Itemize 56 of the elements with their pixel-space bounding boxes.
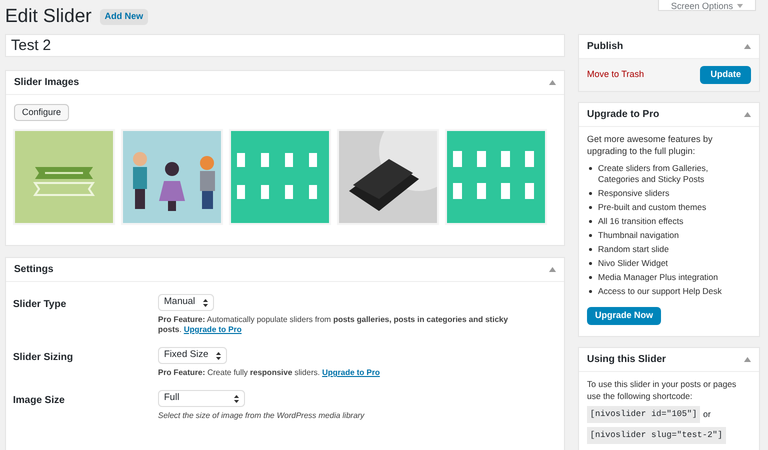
page-title: Edit Slider — [5, 4, 92, 29]
upgrade-link[interactable]: Upgrade to Pro — [322, 368, 380, 377]
field-description: Pro Feature: Automatically populate sliders from posts galleries, posts in categories and sticky posts. Upgrade to Pro — [158, 315, 509, 335]
panel-title: Using this Slider — [587, 353, 666, 368]
field-description: Pro Feature: Create fully responsive sliders. Upgrade to Pro — [158, 368, 381, 378]
collapse-icon[interactable] — [549, 267, 556, 272]
or-text: or — [703, 408, 711, 421]
upgrade-link[interactable]: Upgrade to Pro — [184, 325, 242, 334]
field-label: Image Size — [13, 394, 66, 408]
panel-title: Settings — [14, 263, 54, 277]
select-field[interactable]: Fixed Size — [158, 347, 228, 364]
update-button[interactable]: Update — [700, 66, 751, 84]
select-field[interactable]: Manual — [158, 294, 214, 311]
panel-title: Publish — [587, 40, 624, 54]
bullet-icon — [589, 220, 592, 223]
feature-item: Responsive sliders — [598, 188, 670, 199]
select-arrows-icon — [216, 352, 222, 360]
feature-item: Access to our support Help Desk — [598, 286, 722, 297]
field-label: Slider Type — [13, 298, 68, 312]
title-field[interactable]: Test 2 — [5, 34, 565, 57]
collapse-icon[interactable] — [744, 44, 751, 49]
shortcode: [nivoslider id="105"] — [587, 406, 700, 423]
feature-item: All 16 transition effects — [598, 216, 684, 227]
intro-text: To use this slider in your posts or pages use the following shortcode: — [587, 378, 738, 402]
select-arrows-icon — [203, 298, 208, 306]
collapse-icon[interactable] — [549, 80, 556, 85]
bullet-icon — [589, 248, 592, 251]
bullet-icon — [589, 276, 592, 279]
collapse-icon[interactable] — [744, 357, 751, 362]
bullet-icon — [589, 234, 592, 237]
feature-item: Random start slide — [598, 244, 669, 255]
select-field[interactable]: Full — [158, 390, 245, 407]
feature-item: Media Manager Plus integration — [598, 272, 718, 283]
add-new-button[interactable]: Add New — [100, 9, 148, 25]
bullet-icon — [589, 167, 592, 170]
panel-title: Slider Images — [14, 76, 80, 90]
bullet-icon — [589, 290, 592, 293]
dropdown-icon — [737, 4, 743, 8]
panel-title: Upgrade to Pro — [587, 108, 660, 122]
intro-text: Get more awesome features by upgrading to the full plugin: — [587, 133, 714, 157]
upgrade-now-button[interactable]: Upgrade Now — [587, 307, 662, 325]
bullet-icon — [589, 262, 592, 265]
shortcode: [nivoslider slug="test-2"] — [587, 427, 726, 444]
bullet-icon — [589, 206, 592, 209]
feature-item: Create sliders from Galleries, Categories and Sticky Posts — [598, 163, 710, 185]
feature-item: Thumbnail navigation — [598, 230, 679, 241]
screen-options-button[interactable]: Screen Options — [658, 0, 756, 11]
trash-link[interactable]: Move to Trash — [587, 68, 644, 82]
field-description: Select the size of image from the WordPress media library — [158, 411, 366, 421]
bullet-icon — [589, 192, 592, 195]
select-arrows-icon — [234, 394, 239, 402]
collapse-icon[interactable] — [744, 112, 751, 117]
feature-item: Pre-built and custom themes — [598, 202, 706, 213]
configure-button[interactable]: Configure — [14, 104, 70, 122]
field-label: Slider Sizing — [13, 351, 74, 365]
feature-item: Nivo Slider Widget — [598, 258, 668, 269]
